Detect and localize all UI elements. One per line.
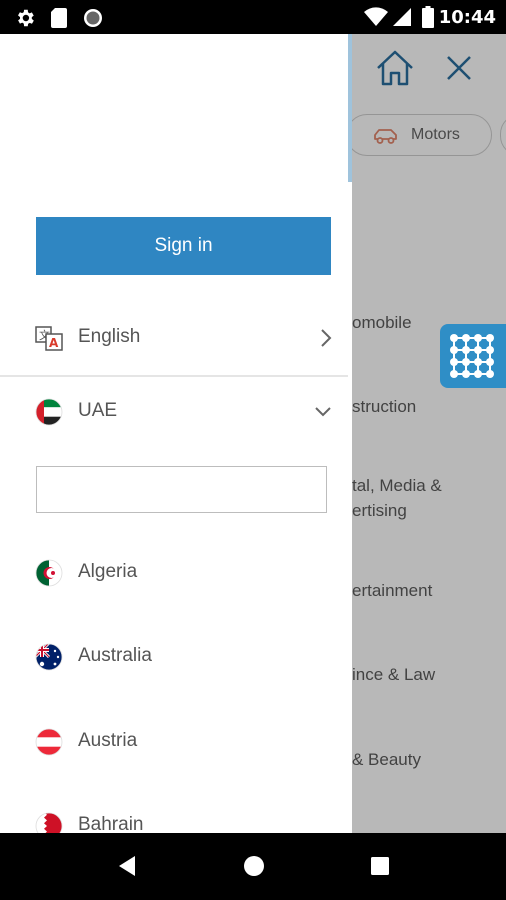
circle-icon xyxy=(84,9,102,27)
flag-algeria-icon xyxy=(35,559,63,587)
system-nav-bar xyxy=(0,833,506,900)
flag-uae-icon xyxy=(35,398,63,426)
signal-icon xyxy=(393,8,411,26)
clock: 10:44 xyxy=(438,7,496,28)
flag-australia-icon xyxy=(35,643,63,671)
divider xyxy=(0,375,348,377)
grid-icon xyxy=(450,334,494,378)
language-selector[interactable]: 文 A English xyxy=(0,310,352,366)
country-search-input[interactable] xyxy=(36,466,327,513)
chevron-down-icon xyxy=(315,407,331,417)
flag-austria-icon xyxy=(35,728,63,756)
wifi-icon xyxy=(364,7,388,27)
country-name: Austria xyxy=(78,730,138,751)
country-selector[interactable]: UAE xyxy=(0,384,352,440)
country-name: Australia xyxy=(78,645,152,666)
home-nav-icon[interactable] xyxy=(243,855,265,877)
country-name: Bahrain xyxy=(78,814,144,833)
navigation-drawer: Sign in 文 A English UAE Algeria Australi… xyxy=(0,34,352,833)
sign-in-button[interactable]: Sign in xyxy=(36,217,331,275)
country-label: UAE xyxy=(78,400,118,421)
grid-menu-button[interactable] xyxy=(440,324,506,388)
gear-icon xyxy=(18,9,34,27)
country-list-item[interactable]: Australia xyxy=(0,629,352,685)
back-icon[interactable] xyxy=(117,855,137,877)
country-list-item[interactable]: Bahrain xyxy=(0,798,352,833)
flag-bahrain-icon xyxy=(35,812,63,833)
country-list-item[interactable]: Austria xyxy=(0,714,352,770)
recents-icon[interactable] xyxy=(370,856,390,876)
sd-card-icon xyxy=(51,8,67,28)
translate-icon: 文 A xyxy=(35,326,63,351)
language-label: English xyxy=(78,326,141,347)
drawer-scrollbar[interactable] xyxy=(348,34,352,182)
svg-text:A: A xyxy=(49,336,59,350)
country-name: Algeria xyxy=(78,561,138,582)
battery-icon xyxy=(422,6,434,28)
country-list-item[interactable]: Algeria xyxy=(0,545,352,601)
chevron-right-icon xyxy=(321,329,332,347)
status-bar: 10:44 xyxy=(0,0,506,34)
